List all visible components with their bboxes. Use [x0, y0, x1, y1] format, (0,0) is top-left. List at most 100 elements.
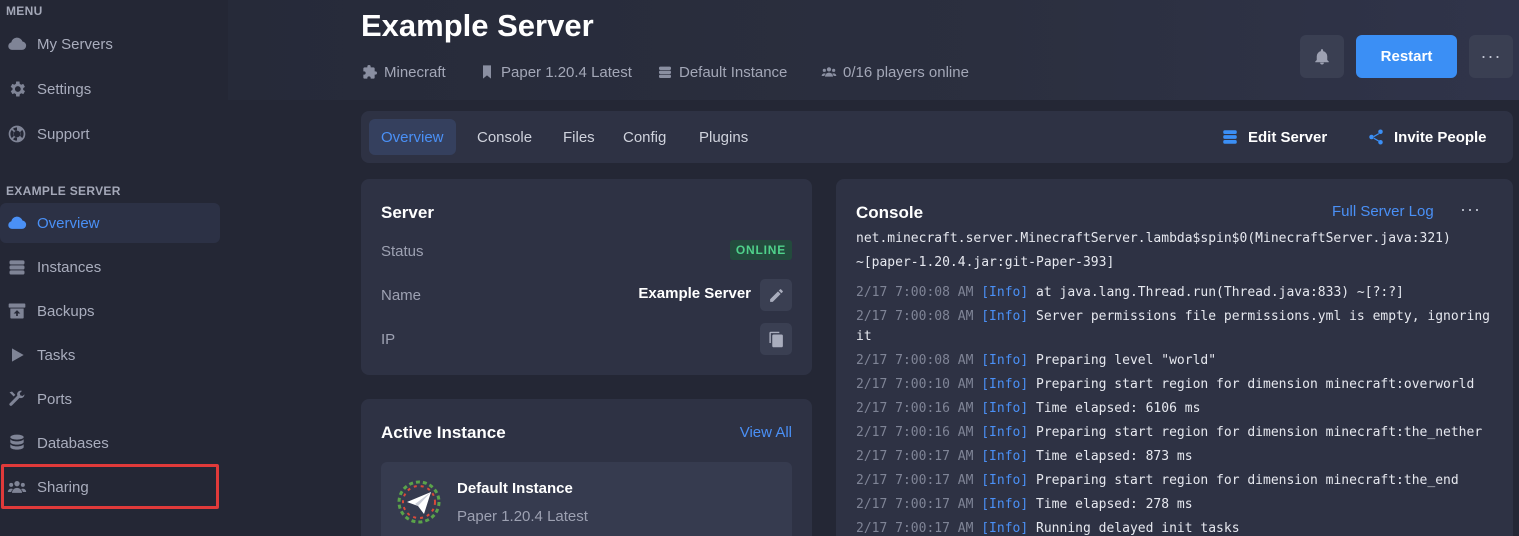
more-options-button[interactable]: ··· [1469, 35, 1513, 78]
log-timestamp: 2/17 7:00:08 AM [856, 353, 974, 368]
console-line: 2/17 7:00:08 AM [Info] Preparing level "… [856, 349, 1496, 373]
meta-instance-label: Default Instance [679, 63, 788, 81]
sidebar-item-label: Sharing [37, 478, 89, 496]
console-line: 2/17 7:00:17 AM [Info] Time elapsed: 278… [856, 493, 1496, 517]
active-instance-title: Active Instance [381, 423, 506, 442]
sidebar-item-sharing[interactable]: Sharing [0, 467, 220, 507]
console-line: 2/17 7:00:17 AM [Info] Time elapsed: 873… [856, 445, 1496, 469]
instance-item[interactable]: Default Instance Paper 1.20.4 Latest [381, 462, 792, 536]
log-level: [Info] [981, 497, 1029, 512]
sidebar-item-label: Overview [37, 214, 100, 232]
console-line-continued: it [856, 329, 872, 344]
sidebar-item-settings[interactable]: Settings [0, 69, 220, 109]
log-message: Preparing start region for dimension min… [1036, 473, 1459, 488]
active-instance-card: Active Instance View All Default Instanc… [361, 399, 812, 536]
invite-people-button[interactable]: Invite People [1367, 119, 1487, 155]
log-timestamp: 2/17 7:00:17 AM [856, 521, 974, 536]
tab-console[interactable]: Console [465, 119, 544, 155]
console-title: Console [856, 203, 924, 222]
sidebar-item-label: Tasks [37, 346, 76, 364]
console-card: Console Full Server Log ··· net.minecraf… [836, 179, 1513, 536]
meta-players-label: 0/16 players online [843, 63, 969, 81]
console-output: net.minecraft.server.MinecraftServer.lam… [856, 231, 1496, 536]
layers-icon [1223, 130, 1237, 144]
console-line: net.minecraft.server.MinecraftServer.lam… [856, 231, 1451, 246]
instance-version: Paper 1.20.4 Latest [457, 508, 588, 525]
log-level: [Info] [981, 521, 1029, 536]
log-timestamp: 2/17 7:00:16 AM [856, 425, 974, 440]
sidebar-item-label: My Servers [37, 35, 113, 53]
server-card: Server Status ONLINE Name Example Server… [361, 179, 812, 375]
log-timestamp: 2/17 7:00:08 AM [856, 285, 974, 300]
restart-button[interactable]: Restart [1356, 35, 1457, 78]
log-level: [Info] [981, 377, 1029, 392]
full-server-log-link[interactable]: Full Server Log [1332, 203, 1434, 220]
view-all-link[interactable]: View All [740, 424, 792, 441]
sidebar-item-ports[interactable]: Ports [0, 379, 220, 419]
console-more-button[interactable]: ··· [1460, 199, 1481, 220]
bookmark-icon [483, 65, 491, 79]
lifebuoy-icon [6, 123, 28, 145]
sidebar-item-my-servers[interactable]: My Servers [0, 24, 220, 64]
server-card-title: Server [381, 203, 434, 222]
page-title: Example Server [361, 8, 594, 43]
bell-icon [1315, 48, 1329, 64]
log-level: [Info] [981, 473, 1029, 488]
sidebar-heading-menu: MENU [6, 4, 43, 18]
console-line: 2/17 7:00:08 AM [Info] Server permission… [856, 305, 1496, 329]
sidebar-item-instances[interactable]: Instances [0, 247, 220, 287]
sidebar-heading-server: EXAMPLE SERVER [6, 184, 121, 198]
log-timestamp: 2/17 7:00:08 AM [856, 309, 974, 324]
log-level: [Info] [981, 353, 1029, 368]
tools-icon [6, 388, 28, 410]
name-label: Name [381, 287, 422, 304]
console-line: 2/17 7:00:10 AM [Info] Preparing start r… [856, 373, 1496, 397]
notifications-button[interactable] [1300, 35, 1344, 78]
log-message: Time elapsed: 873 ms [1036, 449, 1193, 464]
sidebar-item-label: Settings [37, 80, 92, 98]
meta-players: 0/16 players online [821, 62, 969, 82]
log-timestamp: 2/17 7:00:17 AM [856, 473, 974, 488]
log-message: Preparing level "world" [1036, 353, 1217, 368]
copy-ip-button[interactable] [760, 323, 792, 355]
tab-bar: Overview Console Files Config Plugins Ed… [361, 111, 1513, 163]
console-line: 2/17 7:00:16 AM [Info] Preparing start r… [856, 421, 1496, 445]
gear-icon [6, 78, 28, 100]
log-message: Time elapsed: 278 ms [1036, 497, 1193, 512]
sidebar-item-backups[interactable]: Backups [0, 291, 220, 331]
sidebar-item-label: Instances [37, 258, 102, 276]
puzzle-icon [363, 65, 377, 79]
cloud-icon [6, 212, 28, 234]
log-message: Server permissions file permissions.yml … [1036, 309, 1490, 324]
log-level: [Info] [981, 285, 1029, 300]
log-message: Preparing start region for dimension min… [1036, 377, 1475, 392]
paper-plane-logo-icon [397, 480, 441, 524]
status-label: Status [381, 243, 424, 260]
log-timestamp: 2/17 7:00:16 AM [856, 401, 974, 416]
edit-name-button[interactable] [760, 279, 792, 311]
pencil-icon [769, 288, 783, 302]
sidebar-item-tasks[interactable]: Tasks [0, 335, 220, 375]
tab-config[interactable]: Config [611, 119, 678, 155]
tab-files[interactable]: Files [551, 119, 607, 155]
instance-name: Default Instance [457, 480, 573, 497]
tab-plugins[interactable]: Plugins [687, 119, 760, 155]
edit-server-button[interactable]: Edit Server [1221, 119, 1327, 155]
database-icon [6, 432, 28, 454]
log-message: Preparing start region for dimension min… [1036, 425, 1483, 440]
log-message: Running delayed init tasks [1036, 521, 1240, 536]
sidebar-item-databases[interactable]: Databases [0, 423, 220, 463]
sidebar-item-support[interactable]: Support [0, 114, 220, 154]
cloud-icon [6, 33, 28, 55]
log-timestamp: 2/17 7:00:17 AM [856, 449, 974, 464]
users-icon [821, 67, 837, 77]
log-level: [Info] [981, 425, 1029, 440]
meta-version: Paper 1.20.4 Latest [479, 62, 632, 82]
tab-overview[interactable]: Overview [369, 119, 456, 155]
copy-icon [768, 331, 783, 347]
sidebar: MENU My Servers Settings Support EXAMPLE… [0, 0, 228, 536]
sidebar-item-label: Support [37, 125, 90, 143]
sidebar-item-overview[interactable]: Overview [0, 203, 220, 243]
layers-icon [659, 66, 671, 78]
meta-game: Minecraft [362, 62, 446, 82]
